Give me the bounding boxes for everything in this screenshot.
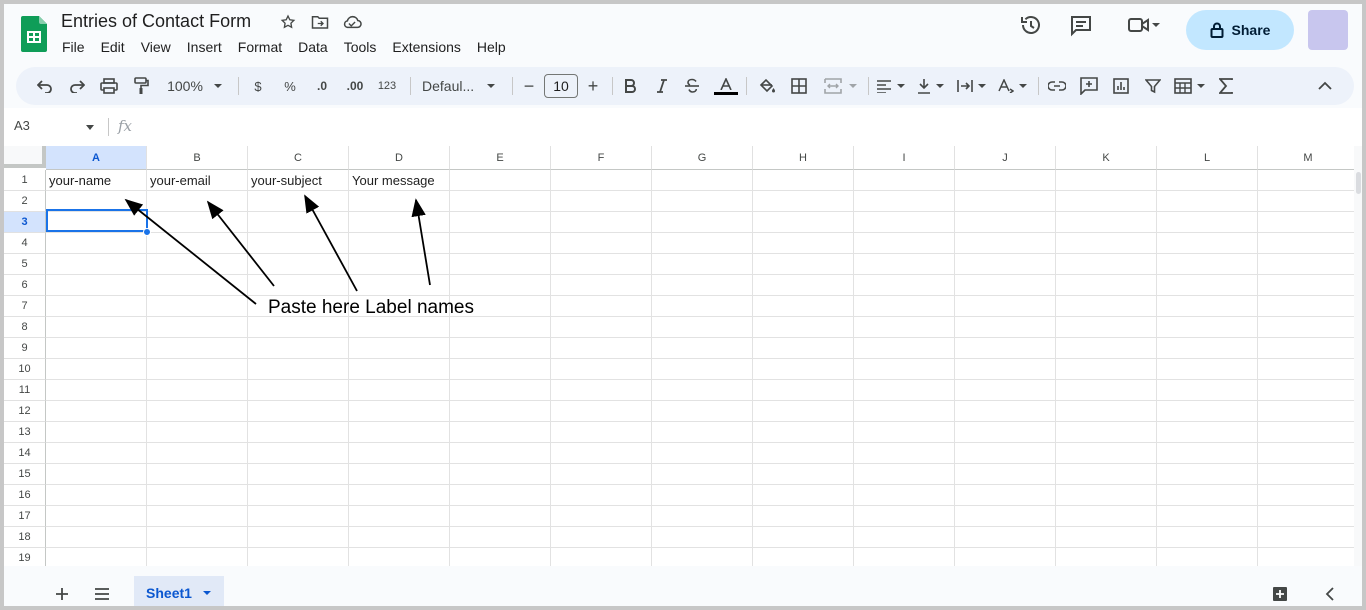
functions-icon[interactable] (1214, 72, 1238, 100)
vertical-align-icon[interactable] (914, 72, 948, 100)
share-button[interactable]: Share (1186, 10, 1294, 50)
filter-views-icon[interactable] (1172, 72, 1208, 100)
toolbar-divider (612, 77, 613, 95)
header: Entries of Contact Form File Edit View I… (4, 4, 1362, 66)
percent-format-button[interactable]: % (278, 72, 302, 100)
version-history-icon[interactable] (1018, 12, 1044, 38)
sheet-tab-label: Sheet1 (146, 585, 192, 601)
print-icon[interactable] (96, 72, 122, 100)
font-family-select[interactable]: Defaul... (418, 72, 504, 100)
decrease-decimal-button[interactable]: .0 (308, 72, 336, 100)
collapse-toolbar-icon[interactable] (1312, 72, 1338, 100)
menu-insert[interactable]: Insert (179, 37, 230, 57)
vertical-scrollbar-thumb[interactable] (1356, 172, 1361, 194)
insert-link-icon[interactable] (1044, 72, 1070, 100)
explore-icon[interactable] (1270, 584, 1290, 604)
vertical-scrollbar[interactable] (1354, 146, 1362, 566)
insert-chart-icon[interactable] (1108, 72, 1134, 100)
menu-help[interactable]: Help (469, 37, 514, 57)
toolbar-divider (238, 77, 239, 95)
paint-format-icon[interactable] (128, 72, 154, 100)
strikethrough-icon[interactable] (680, 72, 704, 100)
text-rotation-icon[interactable] (994, 72, 1032, 100)
toolbar-divider (512, 77, 513, 95)
document-title[interactable]: Entries of Contact Form (61, 11, 251, 32)
arrow-to-a1 (124, 198, 257, 305)
title-icons (278, 12, 362, 32)
decrease-decimal-label: .0 (316, 79, 327, 93)
arrow-to-c1 (304, 194, 358, 292)
merge-cells-icon[interactable] (818, 72, 864, 100)
sheet-tabs-bar: Sheet1 (4, 574, 1362, 606)
move-folder-icon[interactable] (310, 12, 330, 32)
name-box[interactable]: A3 (14, 118, 30, 133)
undo-icon[interactable] (32, 72, 58, 100)
increase-decimal-label: .00 (346, 79, 364, 93)
currency-format-button[interactable]: $ (246, 72, 270, 100)
number-format-button[interactable]: 123 (372, 72, 402, 100)
chevron-down-icon (936, 84, 944, 88)
annotation-arrows (124, 194, 431, 305)
menu-file[interactable]: File (54, 37, 93, 57)
italic-icon[interactable] (650, 72, 674, 100)
menu-format[interactable]: Format (230, 37, 290, 57)
zoom-value: 100% (167, 78, 203, 94)
font-family-value: Defaul... (422, 78, 475, 94)
chevron-down-icon (1197, 84, 1205, 88)
chevron-down-icon (213, 84, 222, 88)
add-sheet-icon[interactable] (52, 584, 72, 604)
increase-font-size-button[interactable]: + (582, 72, 604, 100)
decrease-font-size-button[interactable]: − (518, 72, 540, 100)
comments-icon[interactable] (1068, 12, 1094, 38)
formula-bar: A3 fx (4, 108, 1362, 146)
chevron-down-icon[interactable] (202, 588, 212, 598)
menu-data[interactable]: Data (290, 37, 336, 57)
lock-icon (1210, 22, 1224, 38)
avatar[interactable] (1308, 10, 1348, 50)
toolbar: 100% $ % .0 .00 123 Defaul... − 10 + (16, 67, 1354, 105)
app-window: Entries of Contact Form File Edit View I… (0, 0, 1366, 610)
arrow-to-d1 (411, 198, 431, 286)
toolbar-divider (1038, 77, 1039, 95)
spreadsheet-grid: ABCDEFGHIJKLM 1 2 3 4 5 6 7 8 9 10 11 12 13 14 15 16 17 1… (4, 146, 1362, 566)
chevron-down-icon (897, 84, 905, 88)
chevron-down-icon (1019, 84, 1027, 88)
menu-tools[interactable]: Tools (336, 37, 385, 57)
sheet-tab-active[interactable]: Sheet1 (134, 576, 224, 606)
text-color-icon[interactable] (712, 72, 740, 100)
formula-divider (108, 118, 109, 136)
menubar: File Edit View Insert Format Data Tools … (54, 37, 514, 57)
all-sheets-icon[interactable] (92, 584, 112, 604)
increase-decimal-button[interactable]: .00 (340, 72, 370, 100)
text-wrapping-icon[interactable] (954, 72, 990, 100)
annotation-text: Paste here Label names (268, 297, 474, 318)
sheets-logo-icon[interactable] (21, 16, 47, 52)
share-label: Share (1231, 22, 1271, 38)
menu-extensions[interactable]: Extensions (384, 37, 468, 57)
insert-comment-icon[interactable] (1076, 72, 1102, 100)
borders-icon[interactable] (786, 72, 812, 100)
meet-button[interactable] (1122, 12, 1166, 38)
zoom-select[interactable]: 100% (162, 72, 228, 100)
chevron-down-icon (1152, 23, 1160, 27)
chevron-down-icon (849, 84, 857, 88)
font-size-input[interactable]: 10 (544, 74, 578, 98)
horizontal-align-icon[interactable] (874, 72, 908, 100)
chevron-down-icon (487, 84, 496, 88)
fx-icon: fx (118, 117, 133, 135)
bold-icon[interactable] (618, 72, 642, 100)
toolbar-divider (410, 77, 411, 95)
redo-icon[interactable] (64, 72, 90, 100)
star-icon[interactable] (278, 12, 298, 32)
fill-color-icon[interactable] (754, 72, 780, 100)
menu-edit[interactable]: Edit (93, 37, 133, 57)
toolbar-divider (746, 77, 747, 95)
cloud-status-icon[interactable] (342, 12, 362, 32)
side-panel-toggle-icon[interactable] (1320, 584, 1340, 604)
filter-icon[interactable] (1140, 72, 1166, 100)
chevron-down-icon (978, 84, 986, 88)
toolbar-divider (868, 77, 869, 95)
chevron-down-icon[interactable] (86, 125, 94, 130)
menu-view[interactable]: View (133, 37, 179, 57)
